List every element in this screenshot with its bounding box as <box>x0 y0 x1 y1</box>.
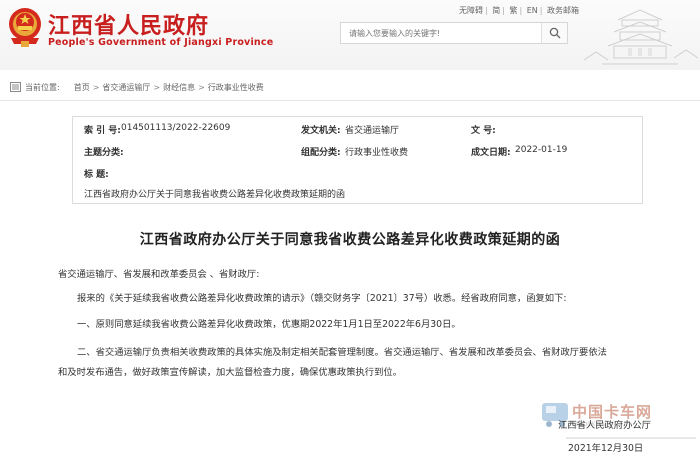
breadcrumb-finance-info[interactable]: 财经信息 <box>163 82 195 93</box>
org-label: 组配分类: <box>301 148 341 158</box>
document-title: 江西省政府办公厅关于同意我省收费公路差异化收费政策延期的函 <box>139 232 561 248</box>
title-label: 标 题: <box>84 170 109 180</box>
link-accessibility[interactable]: 无障碍 <box>458 6 484 15</box>
link-simplified[interactable]: 简 <box>491 6 501 15</box>
link-traditional[interactable]: 繁 <box>509 6 519 15</box>
breadcrumb-label: 当前位置: <box>25 82 60 92</box>
date-label: 成文日期: <box>471 148 511 158</box>
signing-date: 2021年12月30日 <box>568 443 644 454</box>
search-button[interactable] <box>541 23 567 43</box>
paragraph-2: 一、原则同意延续我省收费公路差异化收费政策，优惠期2022年1月1日至2022年… <box>77 319 461 330</box>
org-value: 行政事业性收费 <box>345 148 409 158</box>
site-header: 江西省人民政府 People's Government of Jiangxi P… <box>0 0 700 70</box>
location-icon <box>10 82 21 92</box>
breadcrumb-admin-fees[interactable]: 行政事业性收费 <box>208 82 264 93</box>
breadcrumb-home[interactable]: 首页 <box>74 82 90 93</box>
signer: 江西省人民政府办公厅 <box>558 420 651 431</box>
index-label: 索 引 号: <box>84 126 121 136</box>
issuer-label: 发文机关: <box>301 126 341 136</box>
date-value: 2022-01-19 <box>515 145 568 155</box>
index-value: 014501113/2022-22609 <box>121 123 231 133</box>
topic-label: 主题分类: <box>84 148 124 158</box>
breadcrumb-transport-dept[interactable]: 省交通运输厅 <box>102 82 150 93</box>
paragraph-3-line-2: 和及时发布通告，做好政策宣传解读，加大监督检查力度，确保优惠政策执行到位。 <box>58 367 402 378</box>
recipients: 省交通运输厅、省发展和改革委员会 、省财政厅: <box>58 269 260 280</box>
link-english[interactable]: EN <box>526 6 539 15</box>
search-icon <box>549 27 560 39</box>
search-input[interactable] <box>341 23 537 43</box>
link-gov-mail[interactable]: 政务邮箱 <box>546 6 580 15</box>
paragraph-1: 报来的《关于延续我省收费公路差异化收费政策的请示》（赣交财务字〔2021〕37号… <box>77 293 567 304</box>
national-emblem-icon <box>9 8 41 47</box>
docno-label: 文 号: <box>471 126 496 136</box>
top-links: 无障碍 | 简 | 繁 | EN | 政务邮箱 <box>458 6 580 15</box>
search-box <box>340 22 568 44</box>
site-title-en: People's Government of Jiangxi Province <box>48 37 274 48</box>
paragraph-3-line-1: 二、省交通运输厅负责相关收费政策的具体实施及制定相关配套管理制度。省交通运输厅、… <box>77 347 607 358</box>
divider <box>0 100 700 101</box>
document-info-table: 索 引 号: 014501113/2022-22609 发文机关: 省交通运输厅… <box>72 116 643 204</box>
site-title[interactable]: 江西省人民政府 <box>48 8 209 40</box>
breadcrumb: 当前位置: 首页 > 省交通运输厅 > 财经信息 > 行政事业性收费 <box>0 78 700 96</box>
pavilion-illustration-icon <box>583 9 699 65</box>
issuer-value: 省交通运输厅 <box>345 126 400 136</box>
title-value: 江西省政府办公厅关于同意我省收费公路差异化收费政策延期的函 <box>84 190 346 200</box>
